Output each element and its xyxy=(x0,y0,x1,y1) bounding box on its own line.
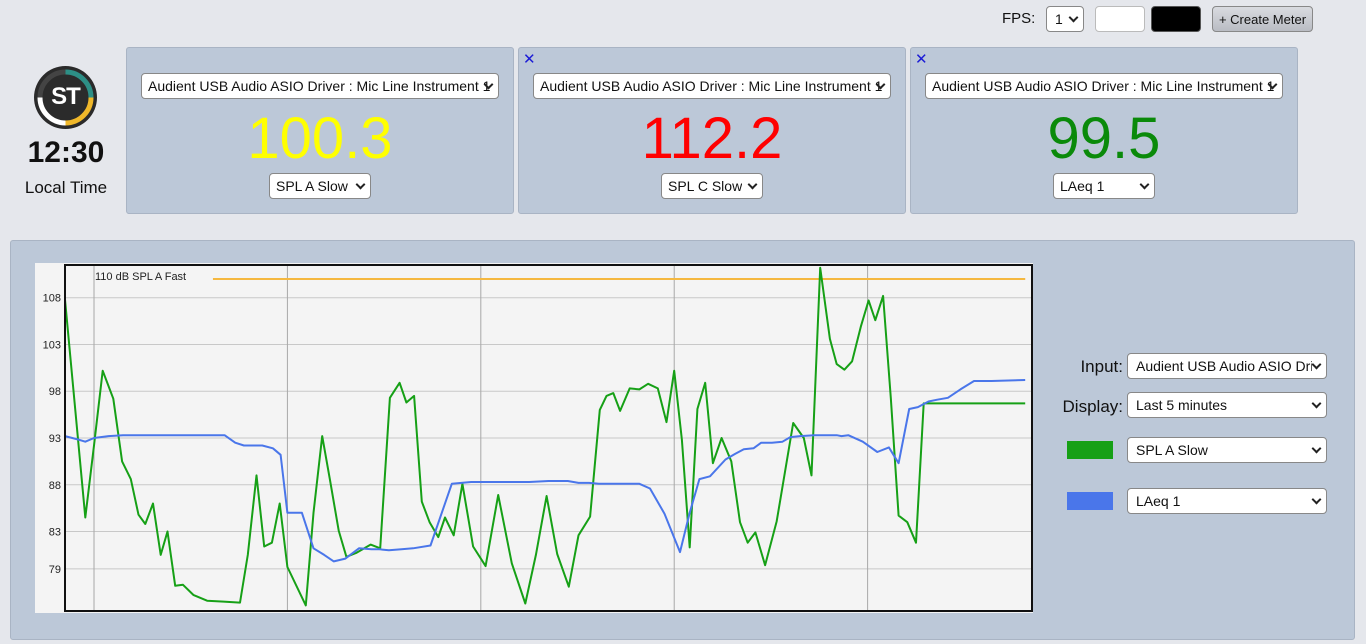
chart-panel: 79 83 88 93 98 103 108 110 dB SPL A Fast Input:… xyxy=(10,240,1355,640)
meter-device-value: Audient USB Audio ASIO Driver : Mic Line… xyxy=(148,78,491,94)
meter-device-select[interactable]: Audient USB Audio ASIO Driver : Mic Line… xyxy=(925,73,1283,99)
meter-mode-select[interactable]: LAeq 1 xyxy=(1053,173,1155,199)
input-value: Audient USB Audio ASIO Driver : Mic Line… xyxy=(1136,358,1312,374)
meter-device-select[interactable]: Audient USB Audio ASIO Driver : Mic Line… xyxy=(141,73,499,99)
background-color-swatch[interactable] xyxy=(1095,6,1145,32)
text-color-swatch[interactable] xyxy=(1151,6,1201,32)
meter-reading: 100.3 xyxy=(247,106,393,171)
series-2-color-swatch[interactable] xyxy=(1067,492,1113,510)
history-chart: 79 83 88 93 98 103 108 110 dB SPL A Fast xyxy=(35,263,1033,613)
threshold-label: 110 dB SPL A Fast xyxy=(95,271,186,283)
chevron-down-icon xyxy=(355,179,366,190)
y-tick-label: 88 xyxy=(49,480,61,492)
input-select[interactable]: Audient USB Audio ASIO Driver : Mic Line… xyxy=(1127,353,1327,379)
chevron-down-icon xyxy=(747,179,758,190)
meter-device-value: Audient USB Audio ASIO Driver : Mic Line… xyxy=(932,78,1275,94)
display-label: Display: xyxy=(1062,397,1123,416)
fps-label: FPS: xyxy=(1002,10,1036,27)
series-1-color-swatch[interactable] xyxy=(1067,441,1113,459)
y-tick-label: 79 xyxy=(49,564,61,576)
top-toolbar: FPS: 1 + Create Meter xyxy=(966,6,1366,32)
display-value: Last 5 minutes xyxy=(1136,397,1228,413)
meter-device-select[interactable]: Audient USB Audio ASIO Driver : Mic Line… xyxy=(533,73,891,99)
y-tick-label: 108 xyxy=(43,293,61,305)
chevron-down-icon xyxy=(1311,359,1322,370)
app-logo: ST xyxy=(34,66,97,129)
series-2-select[interactable]: LAeq 1 xyxy=(1127,488,1327,514)
close-icon[interactable]: ✕ xyxy=(915,52,928,67)
meter-mode-select[interactable]: SPL C Slow xyxy=(661,173,763,199)
y-tick-label: 93 xyxy=(49,433,61,445)
chevron-down-icon xyxy=(1139,179,1150,190)
close-icon[interactable]: ✕ xyxy=(523,52,536,67)
fps-select[interactable]: 1 xyxy=(1046,6,1084,32)
display-select[interactable]: Last 5 minutes xyxy=(1127,392,1327,418)
series-1-value: SPL A Slow xyxy=(1136,442,1208,458)
meter-mode-value: SPL A Slow xyxy=(276,178,348,194)
series-2-value: LAeq 1 xyxy=(1136,493,1181,509)
meter-mode-select[interactable]: SPL A Slow xyxy=(269,173,371,199)
chevron-down-icon xyxy=(1311,443,1322,454)
meter-card-3: ✕ Audient USB Audio ASIO Driver : Mic Li… xyxy=(910,47,1298,214)
meter-card-1: Audient USB Audio ASIO Driver : Mic Line… xyxy=(126,47,514,214)
clock-label: Local Time xyxy=(24,178,108,197)
fps-value: 1 xyxy=(1055,11,1063,27)
meter-reading: 112.2 xyxy=(641,106,783,171)
meter-mode-value: LAeq 1 xyxy=(1060,178,1105,194)
y-tick-label: 83 xyxy=(49,527,61,539)
meter-reading: 99.5 xyxy=(1047,106,1161,171)
meter-mode-value: SPL C Slow xyxy=(668,178,743,194)
chevron-down-icon xyxy=(1068,12,1079,23)
clock-time: 12:30 xyxy=(27,136,105,169)
chevron-down-icon xyxy=(1311,494,1322,505)
chevron-down-icon xyxy=(1311,398,1322,409)
y-tick-label: 103 xyxy=(43,339,61,351)
meter-device-value: Audient USB Audio ASIO Driver : Mic Line… xyxy=(540,78,883,94)
series-1-select[interactable]: SPL A Slow xyxy=(1127,437,1327,463)
create-meter-button[interactable]: + Create Meter xyxy=(1212,6,1313,32)
y-tick-label: 98 xyxy=(49,386,61,398)
input-label: Input: xyxy=(1080,357,1123,376)
meter-card-2: ✕ Audient USB Audio ASIO Driver : Mic Li… xyxy=(518,47,906,214)
logo-text: ST xyxy=(51,83,81,110)
